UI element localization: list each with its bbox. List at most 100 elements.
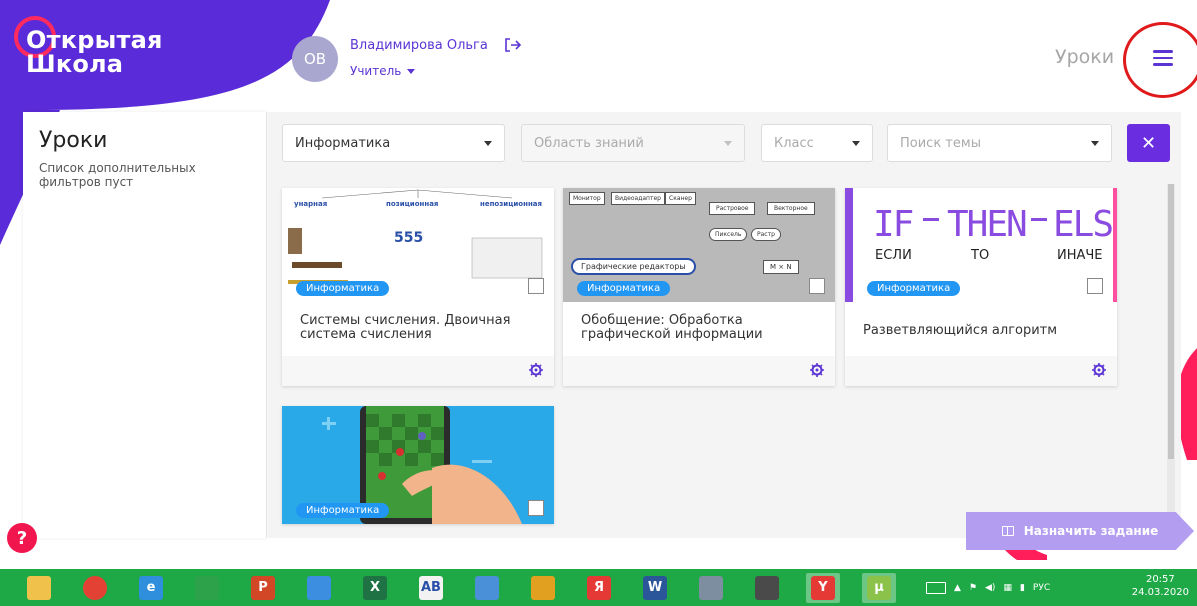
clock-date: 24.03.2020 xyxy=(1131,587,1189,598)
assign-task-label: Назначить задание xyxy=(1023,524,1159,538)
card-footer xyxy=(845,356,1117,386)
assign-task-button[interactable]: Назначить задание xyxy=(966,512,1194,550)
network-icon[interactable]: ▦ xyxy=(1003,583,1012,593)
lessons-panel: Информатика Область знаний Класс Поиск т… xyxy=(268,112,1181,538)
thumb-inache: ИНАЧЕ xyxy=(1057,248,1103,263)
clock[interactable]: 20:57 24.03.2020 xyxy=(1132,573,1189,599)
taskbar-app-ie[interactable]: e xyxy=(134,573,168,603)
taskbar-app-excel[interactable]: X xyxy=(358,573,392,603)
volume-icon[interactable]: ◀) xyxy=(985,583,995,593)
select-checkbox[interactable] xyxy=(809,278,825,294)
clear-filters-button[interactable]: ✕ xyxy=(1127,124,1170,162)
card-title[interactable]: Разветвляющийся алгоритм xyxy=(845,302,1117,358)
card-thumbnail: унарная позиционная непозиционная 555 Ин… xyxy=(282,188,554,302)
taskbar-app-microphone[interactable] xyxy=(750,573,784,603)
card-footer xyxy=(563,356,835,386)
card-footer xyxy=(282,356,554,386)
taskbar-app-word[interactable]: W xyxy=(638,573,672,603)
help-button[interactable]: ? xyxy=(7,523,37,553)
thumb-box-size: M × N xyxy=(763,260,799,274)
lesson-card[interactable]: Монитор Видеоадаптер Сканер Растровое Ве… xyxy=(563,188,835,386)
taskbar-app-utorrent[interactable]: µ xyxy=(862,572,896,603)
store-icon xyxy=(195,575,219,600)
card-title[interactable]: Системы счисления. Двоичная система счис… xyxy=(282,302,554,358)
thumb-box-raster: Растровое xyxy=(709,202,756,215)
abnet-icon: AB xyxy=(419,575,443,600)
book-icon xyxy=(1001,526,1014,536)
brand-line2: Школа xyxy=(26,50,124,78)
scrollbar-thumb[interactable] xyxy=(1168,184,1174,459)
taskbar-app-chrome[interactable] xyxy=(78,573,112,603)
gear-icon[interactable] xyxy=(1091,362,1107,378)
logout-icon[interactable] xyxy=(502,34,524,56)
menu-icon-bar xyxy=(1153,56,1173,60)
taskbar-app-calculator[interactable] xyxy=(694,573,728,603)
flag-icon[interactable]: ⚑ xyxy=(969,583,977,593)
battery-icon[interactable]: ▮ xyxy=(1020,583,1025,593)
grade-select[interactable]: Класс xyxy=(761,124,873,162)
taskbar-app-settings[interactable] xyxy=(302,573,336,603)
lesson-card[interactable]: IF THEN ELSE ЕСЛИ ТО ИНАЧЕ Информатика Р… xyxy=(845,188,1117,386)
scrollbar[interactable] xyxy=(1167,184,1175,532)
gear-icon[interactable] xyxy=(528,362,544,378)
avatar[interactable]: ОВ xyxy=(292,36,338,82)
settings-icon xyxy=(307,575,331,600)
subject-badge: Информатика xyxy=(296,281,390,296)
thumb-if: IF xyxy=(873,204,914,245)
tray-up-icon[interactable]: ▲ xyxy=(954,583,961,593)
thumb-dash xyxy=(1031,218,1047,221)
card-title[interactable]: Обобщение: Обработка графической информа… xyxy=(563,302,835,358)
lesson-card[interactable]: Информатика xyxy=(282,406,554,524)
taskbar: e P X AB Я W Yµ ▲ ⚑ ◀) ▦ ▮ РУС 20:57 24.03.2020 xyxy=(0,569,1197,606)
gear-icon[interactable] xyxy=(809,362,825,378)
thumb-then: THEN xyxy=(947,204,1028,245)
word-icon: W xyxy=(643,575,667,600)
taskbar-app-game[interactable] xyxy=(526,573,560,603)
role-dropdown[interactable]: Учитель xyxy=(350,64,416,78)
chevron-down-icon xyxy=(484,141,492,146)
ie-icon: e xyxy=(139,575,163,600)
thumb-box-raster2: Растр xyxy=(751,228,781,241)
select-checkbox[interactable] xyxy=(1087,278,1103,294)
area-select[interactable]: Область знаний xyxy=(521,124,745,162)
subject-select[interactable]: Информатика xyxy=(282,124,505,162)
chevron-down-icon xyxy=(852,141,860,146)
taskbar-app-store[interactable] xyxy=(190,573,224,603)
taskbar-app-yandex[interactable]: Y xyxy=(806,572,840,603)
taskbar-app-paint[interactable] xyxy=(470,573,504,603)
taskbar-app-abnet[interactable]: AB xyxy=(414,573,448,603)
grade-placeholder: Класс xyxy=(774,135,814,151)
card-thumbnail: IF THEN ELSE ЕСЛИ ТО ИНАЧЕ Информатика xyxy=(845,188,1117,302)
explorer-icon xyxy=(27,575,51,600)
taskbar-app-explorer[interactable] xyxy=(22,573,56,603)
thumb-label-unary: унарная xyxy=(294,200,328,208)
language-indicator[interactable]: РУС xyxy=(1033,583,1050,593)
yandex-icon: Y xyxy=(811,575,835,600)
select-checkbox[interactable] xyxy=(528,278,544,294)
microphone-icon xyxy=(755,575,779,600)
brand-line1: Открытая xyxy=(26,26,163,54)
thumb-label-positional: позиционная xyxy=(386,200,439,208)
menu-button[interactable] xyxy=(1141,40,1185,76)
game-icon xyxy=(531,575,555,600)
thumb-esli: ЕСЛИ xyxy=(875,248,912,263)
paint-icon xyxy=(475,575,499,600)
utorrent-icon: µ xyxy=(867,575,891,600)
thumb-box-scanner: Сканер xyxy=(665,192,696,205)
menu-icon-bar xyxy=(1153,50,1173,53)
lesson-card[interactable]: унарная позиционная непозиционная 555 Ин… xyxy=(282,188,554,386)
brand-logo[interactable]: Открытая Школа xyxy=(14,16,163,78)
close-icon: ✕ xyxy=(1140,132,1157,154)
powerpoint-icon: P xyxy=(251,575,275,600)
taskbar-app-yandex-browser[interactable]: Я xyxy=(582,573,616,603)
subject-badge: Информатика xyxy=(296,503,390,518)
taskbar-app-powerpoint[interactable]: P xyxy=(246,573,280,603)
user-name[interactable]: Владимирова Ольга xyxy=(350,38,488,53)
topic-search[interactable]: Поиск темы xyxy=(887,124,1112,162)
sidebar-title: Уроки xyxy=(39,128,108,153)
thumb-dash xyxy=(923,218,939,221)
keyboard-icon[interactable] xyxy=(926,581,946,594)
menu-icon-bar xyxy=(1153,63,1173,66)
thumb-box-monitor: Монитор xyxy=(569,192,605,205)
select-checkbox[interactable] xyxy=(528,500,544,516)
